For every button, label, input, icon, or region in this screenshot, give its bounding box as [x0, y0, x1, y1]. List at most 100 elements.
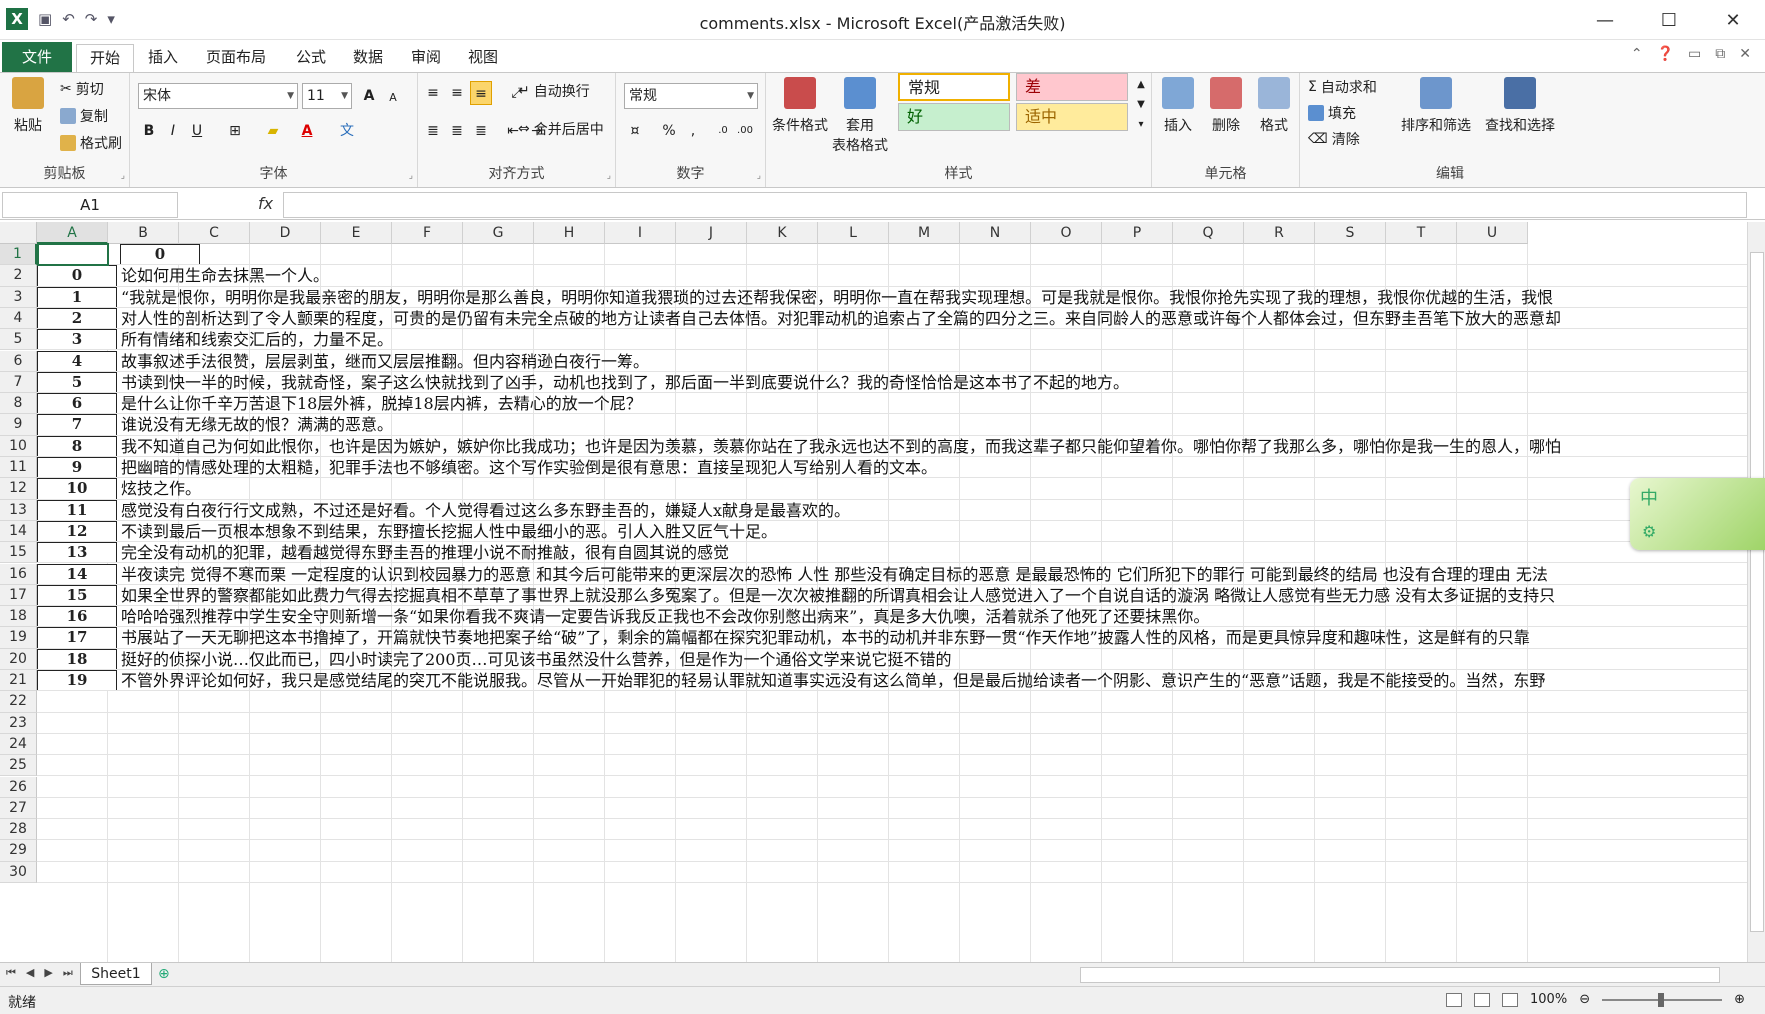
align-left-icon[interactable]: ≣ — [422, 119, 444, 143]
vertical-scrollbar[interactable] — [1747, 222, 1765, 962]
align-middle-icon[interactable]: ≡ — [446, 81, 468, 105]
row-header[interactable]: 2 — [0, 265, 37, 287]
cell-comment[interactable]: 书展站了一天无聊把这本书撸掉了，开篇就快节奏地把案子给“破”了，剩余的篇幅都在探… — [121, 627, 1530, 647]
cell-comment[interactable]: 哈哈哈强烈推荐中学生安全守则新增一条“如果你看我不爽请一定要告诉我反正我也不会改… — [121, 606, 1209, 626]
cell-index[interactable]: 8 — [37, 435, 117, 456]
borders-icon[interactable]: ⊞ — [224, 119, 246, 143]
close-button[interactable]: ✕ — [1701, 0, 1765, 40]
insert-function-icon[interactable]: fx — [258, 194, 273, 213]
column-header-r[interactable]: R — [1244, 222, 1315, 244]
first-sheet-icon[interactable]: ⏮ — [6, 966, 16, 980]
cell-index[interactable]: 1 — [37, 286, 117, 307]
name-box[interactable]: A1 — [2, 192, 178, 218]
cell-index[interactable]: 18 — [37, 648, 117, 669]
align-right-icon[interactable]: ≣ — [470, 119, 492, 143]
formula-input[interactable] — [283, 192, 1747, 218]
format-cells-button[interactable]: 格式 — [1252, 77, 1296, 135]
row-header[interactable]: 19 — [0, 627, 37, 649]
copy-button[interactable]: 复制 — [60, 106, 108, 126]
cell-index[interactable]: 2 — [37, 307, 117, 329]
zoom-in-icon[interactable]: ⊕ — [1734, 992, 1745, 1007]
fill-color-icon[interactable]: ▰ — [262, 119, 284, 143]
column-header-k[interactable]: K — [747, 222, 818, 244]
cell-comment[interactable]: 是什么让你千辛万苦退下18层外裤，脱掉18层内裤，去精心的放一个屁？ — [121, 393, 642, 413]
cell-comment[interactable]: 不读到最后一页根本想象不到结果，东野擅长挖掘人性中最细小的恶。引人入胜又匠气十足… — [121, 521, 777, 541]
format-painter-button[interactable]: 格式刷 — [60, 133, 122, 153]
grow-font-button[interactable]: A — [358, 84, 380, 108]
tab-home[interactable]: 开始 — [76, 44, 134, 72]
tab-formulas[interactable]: 公式 — [290, 44, 332, 72]
cell-index[interactable]: 19 — [37, 670, 117, 691]
conditional-format-button[interactable]: 条件格式 — [770, 77, 830, 135]
column-header-s[interactable]: S — [1315, 222, 1386, 244]
font-name-combo[interactable]: 宋体 ▼ — [138, 83, 298, 109]
select-all-corner[interactable] — [0, 222, 37, 244]
number-format-combo[interactable]: 常规 ▼ — [624, 83, 758, 109]
zoom-slider-knob[interactable] — [1658, 992, 1665, 1007]
cell-index[interactable]: 9 — [37, 457, 117, 478]
column-header-u[interactable]: U — [1457, 222, 1528, 244]
cell-index[interactable]: 14 — [37, 563, 117, 584]
tab-page-layout[interactable]: 页面布局 — [200, 44, 272, 72]
ime-toolbar[interactable]: 中 ⚙ — [1630, 478, 1765, 550]
cell-index[interactable]: 0 — [37, 265, 117, 286]
tab-view[interactable]: 视图 — [462, 44, 504, 72]
next-sheet-icon[interactable]: ▶ — [44, 966, 52, 980]
cell-comment[interactable]: 所有情绪和线索交汇后的，力量不足。 — [121, 329, 393, 349]
cell-index[interactable]: 5 — [37, 371, 117, 393]
page-layout-view-icon[interactable] — [1474, 992, 1491, 1007]
column-header-h[interactable]: H — [534, 222, 605, 244]
row-header[interactable]: 12 — [0, 478, 37, 500]
column-header-m[interactable]: M — [889, 222, 960, 244]
cell-comment[interactable]: 书读到快一半的时候，我就奇怪，案子这么快就找到了凶手，动机也找到了，那后面一半到… — [121, 372, 1129, 392]
row-header[interactable]: 24 — [0, 733, 37, 756]
row-header[interactable]: 20 — [0, 648, 37, 670]
row-header[interactable]: 1 — [0, 244, 37, 266]
row-header[interactable]: 26 — [0, 776, 37, 798]
bold-button[interactable]: B — [138, 119, 160, 143]
row-header[interactable]: 5 — [0, 329, 37, 351]
align-bottom-icon[interactable]: ≡ — [470, 81, 492, 105]
row-header[interactable]: 28 — [0, 819, 37, 841]
new-sheet-icon[interactable]: ⊕ — [158, 966, 170, 982]
clipboard-launcher-icon[interactable]: ⌟ — [121, 171, 125, 181]
row-header[interactable]: 27 — [0, 797, 37, 820]
style-bad[interactable]: 差 — [1016, 73, 1128, 101]
tab-review[interactable]: 审阅 — [405, 44, 447, 72]
last-sheet-icon[interactable]: ⏭ — [63, 966, 73, 980]
row-header[interactable]: 29 — [0, 840, 37, 862]
column-header-e[interactable]: E — [321, 222, 392, 244]
cell-b1[interactable]: 0 — [120, 244, 200, 265]
zoom-out-icon[interactable]: ⊖ — [1579, 992, 1590, 1007]
row-header[interactable]: 14 — [0, 520, 37, 543]
row-header[interactable]: 18 — [0, 606, 37, 628]
cell-comment[interactable]: “我就是恨你，明明你是我最亲密的朋友，明明你是那么善良，明明你知道我猥琐的过去还… — [121, 287, 1553, 307]
cell-index[interactable]: 15 — [37, 584, 117, 606]
column-header-l[interactable]: L — [818, 222, 889, 244]
align-center-icon[interactable]: ≣ — [446, 119, 468, 143]
row-header[interactable]: 15 — [0, 542, 37, 564]
cell-index[interactable]: 11 — [37, 499, 117, 520]
style-normal[interactable]: 常规 — [898, 73, 1010, 101]
close-doc-icon[interactable]: ✕ — [1739, 46, 1751, 62]
tab-data[interactable]: 数据 — [347, 44, 389, 72]
italic-button[interactable]: I — [162, 119, 184, 143]
font-color-icon[interactable]: A — [296, 119, 318, 143]
help-icon[interactable]: ❓ — [1657, 46, 1674, 62]
merge-center-button[interactable]: ⇔ 合并后居中 — [518, 119, 604, 139]
maximize-button[interactable]: ☐ — [1637, 0, 1701, 40]
zoom-level[interactable]: 100% — [1530, 992, 1567, 1007]
tab-file[interactable]: 文件 — [2, 42, 72, 72]
style-good[interactable]: 好 — [898, 103, 1010, 131]
number-launcher-icon[interactable]: ⌟ — [757, 171, 761, 181]
phonetic-icon[interactable]: 文 — [336, 119, 358, 143]
gear-icon[interactable]: ⚙ — [1642, 522, 1656, 541]
delete-cells-button[interactable]: 删除 — [1204, 77, 1248, 135]
column-header-o[interactable]: O — [1031, 222, 1102, 244]
cell-comment[interactable]: 如果全世界的警察都能如此费力气得去挖掘真相不草草了事世界上就没那么多冤案了。但是… — [121, 585, 1555, 605]
cell-comment[interactable]: 把幽暗的情感处理的太粗糙，犯罪手法也不够缜密。这个写作实验倒是很有意思：直接呈现… — [121, 457, 937, 477]
row-header[interactable]: 13 — [0, 499, 37, 521]
row-header[interactable]: 8 — [0, 393, 37, 415]
column-header-i[interactable]: I — [605, 222, 676, 244]
collapse-ribbon-icon[interactable]: ⌃ — [1631, 46, 1643, 62]
